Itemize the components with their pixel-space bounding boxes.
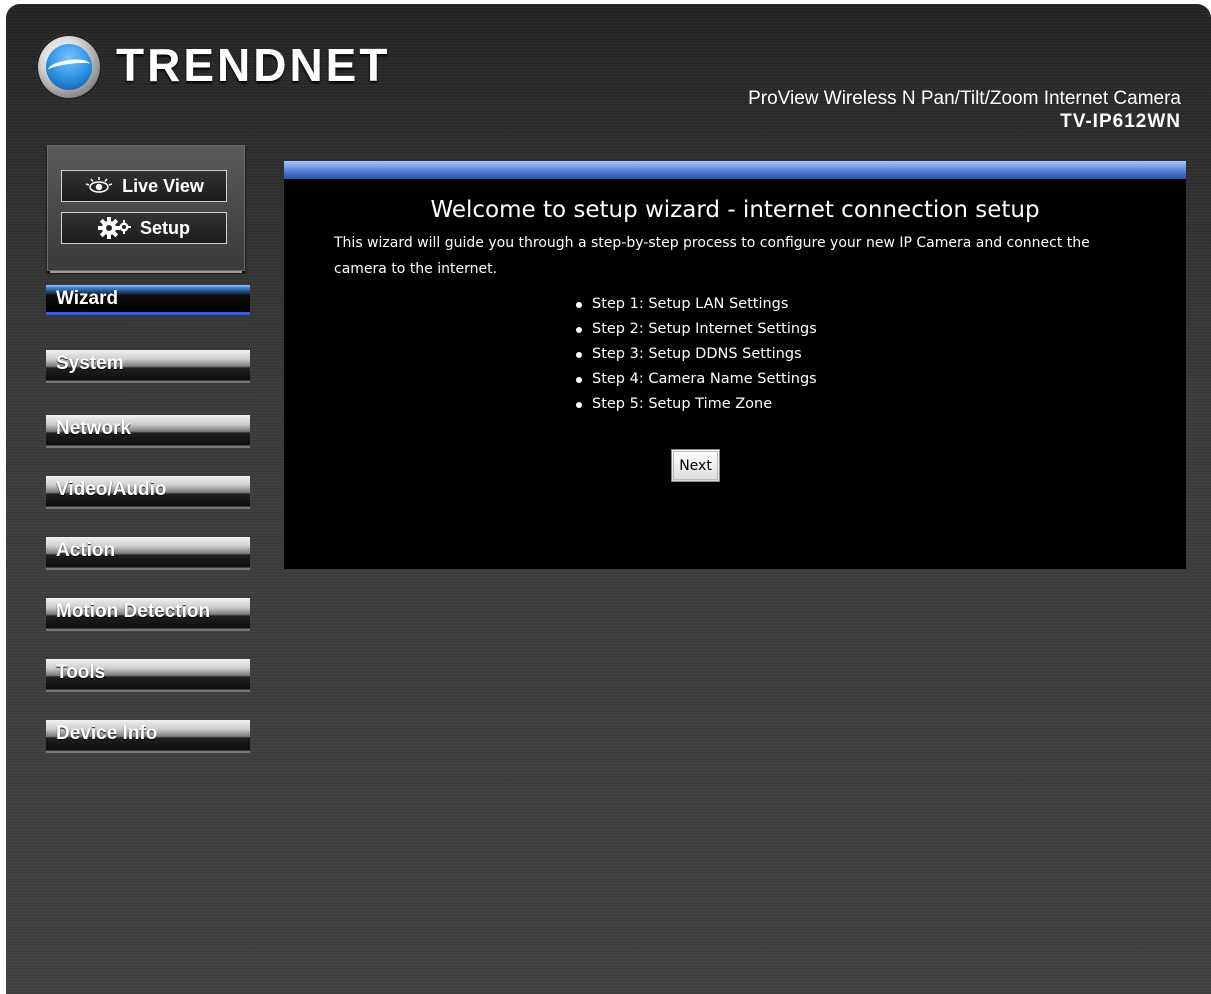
list-item: Step 2: Setup Internet Settings (574, 317, 817, 342)
panel-header-bar (284, 161, 1186, 179)
page-title: Welcome to setup wizard - internet conne… (430, 197, 1040, 223)
sidebar-item-tools[interactable]: Tools (46, 659, 250, 692)
sidebar-item-wizard[interactable]: Wizard (46, 285, 250, 315)
sidebar-item-label: System (56, 353, 124, 374)
sidebar-item-system[interactable]: System (46, 350, 250, 383)
setup-button[interactable]: Setup (61, 212, 227, 244)
wizard-steps: Step 1: Setup LAN Settings Step 2: Setup… (574, 292, 817, 417)
brand-name: TRENDNET (116, 39, 391, 91)
sidebar-item-video-audio[interactable]: Video/Audio (46, 476, 250, 509)
sidebar-item-motion-detection[interactable]: Motion Detection (46, 598, 250, 631)
product-info: ProView Wireless N Pan/Tilt/Zoom Interne… (748, 87, 1181, 133)
product-name: ProView Wireless N Pan/Tilt/Zoom Interne… (748, 88, 1181, 109)
gear-icon (97, 217, 131, 239)
mode-switcher: Live View Setup (47, 145, 245, 273)
sidebar-item-label: Tools (56, 662, 106, 683)
wizard-description: This wizard will guide you through a ste… (334, 235, 1090, 277)
sidebar-item-label: Wizard (56, 288, 119, 309)
product-model: TV-IP612WN (1060, 111, 1181, 132)
trendnet-globe-icon (36, 34, 102, 100)
sidebar-item-label: Action (56, 540, 116, 561)
sidebar-item-network[interactable]: Network (46, 415, 250, 448)
sidebar-item-label: Motion Detection (56, 601, 211, 622)
list-item: Step 1: Setup LAN Settings (574, 292, 817, 317)
eye-icon (85, 177, 113, 193)
live-view-button[interactable]: Live View (61, 170, 227, 202)
sidebar-item-device-info[interactable]: Device Info (46, 720, 250, 753)
list-item: Step 4: Camera Name Settings (574, 367, 817, 392)
live-view-label: Live View (122, 175, 204, 196)
list-item: Step 5: Setup Time Zone (574, 392, 817, 417)
sidebar-item-label: Network (56, 418, 131, 439)
sidebar-item-label: Video/Audio (56, 479, 167, 500)
sidebar-item-action[interactable]: Action (46, 537, 250, 570)
wizard-panel: Welcome to setup wizard - internet conne… (284, 161, 1186, 569)
setup-label: Setup (139, 217, 190, 238)
list-item: Step 3: Setup DDNS Settings (574, 342, 817, 367)
app-frame: TRENDNET ProView Wireless N Pan/Tilt/Zoo… (6, 4, 1211, 994)
sidebar-item-label: Device Info (56, 723, 158, 744)
next-button[interactable]: Next (671, 449, 720, 482)
